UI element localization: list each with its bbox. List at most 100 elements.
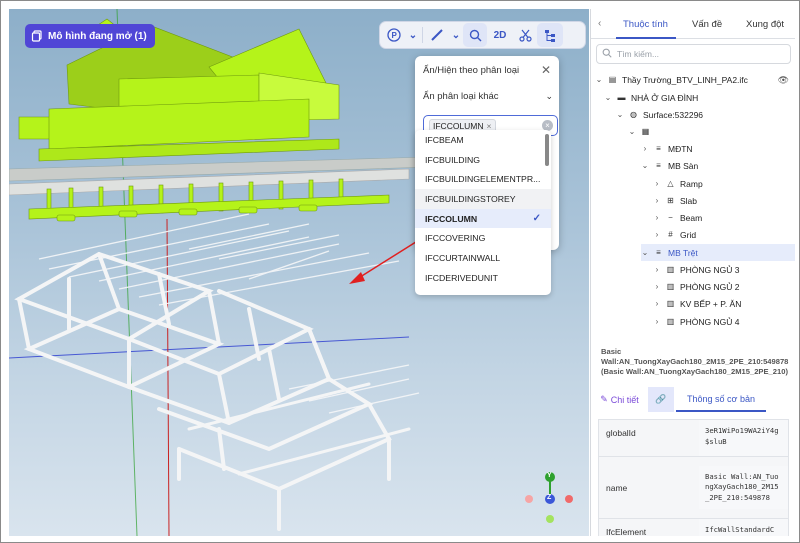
tree-node[interactable]: › ≡ MĐTN xyxy=(641,140,693,157)
chevron-down-icon: ⌄ xyxy=(545,91,553,101)
list-item[interactable]: IFCBUILDING xyxy=(415,150,551,170)
level-icon: ≡ xyxy=(656,161,661,170)
toolbar-divider xyxy=(422,27,423,43)
copy-icon xyxy=(31,30,43,42)
category-options-list: IFCBEAM IFCBUILDING IFCBUILDINGELEMENTPR… xyxy=(415,130,551,295)
tree-node[interactable]: › ▥ PHÒNG NGỦ 2 xyxy=(653,278,740,295)
tag-remove-icon[interactable]: × xyxy=(487,121,492,131)
chevron-right-icon: › xyxy=(655,213,659,222)
tab-clashes[interactable]: Xung đột xyxy=(746,19,784,30)
tab-issues[interactable]: Vấn đề xyxy=(692,19,722,30)
tree-node[interactable]: › ▥ PHÒNG NGỦ 3 xyxy=(653,261,740,278)
selected-element-subtitle: (Basic Wall:AN_TuongXayGach180_2M15_2PE_… xyxy=(601,367,788,376)
hide-others-dropdown[interactable]: Ẩn phân loại khác ⌄ xyxy=(423,91,553,102)
tree-label: Grid xyxy=(680,229,697,240)
list-item[interactable]: IFCCURTAINWALL xyxy=(415,248,551,268)
svg-text:P: P xyxy=(392,31,398,40)
chevron-right-icon: › xyxy=(655,282,659,291)
tree-node[interactable]: › − Beam xyxy=(653,209,703,226)
ramp-icon: △ xyxy=(667,179,674,188)
search-icon xyxy=(469,29,482,42)
list-item[interactable]: IFCCOLUMN ✓ xyxy=(415,208,551,229)
section-cut-button[interactable] xyxy=(513,23,537,47)
tab-detail[interactable]: ✎ Chi tiết xyxy=(593,387,646,412)
edit-icon: ✎ xyxy=(600,394,608,404)
list-item[interactable]: IFCBUILDINGSTOREY xyxy=(415,189,551,209)
property-value: IfcWallStandardC xyxy=(699,519,788,536)
scissors-icon xyxy=(518,29,532,42)
globe-icon: ◍ xyxy=(630,110,637,119)
list-item[interactable]: IFCCOVERING xyxy=(415,228,551,248)
tab-properties[interactable]: Thuộc tính xyxy=(623,19,668,30)
chevron-down-icon[interactable]: ⌄ xyxy=(449,23,463,47)
grid-icon: # xyxy=(668,230,673,239)
chevron-down-icon: ⌄ xyxy=(616,110,624,119)
axis-z-label: Z xyxy=(547,494,552,501)
tree-node[interactable]: ⌄ ▬ NHÀ Ở GIA ĐÌNH xyxy=(604,89,699,106)
table-row: IfcElement IfcWallStandardC xyxy=(599,519,788,536)
open-models-label: Mô hình đang mở (1) xyxy=(48,30,147,42)
property-key: globalId xyxy=(606,428,636,438)
tree-label: PHÒNG NGỦ 2 xyxy=(680,281,740,292)
tree-node[interactable]: › ⊞ Slab xyxy=(653,192,697,209)
hierarchy-icon xyxy=(544,29,557,42)
chevron-left-icon[interactable]: ‹ xyxy=(598,18,601,29)
chevron-right-icon: › xyxy=(643,144,647,153)
tree-search-input[interactable]: Tìm kiếm... xyxy=(596,44,791,64)
chevron-down-icon: ⌄ xyxy=(641,248,649,257)
3d-viewport[interactable]: Y Z Mô hình đang mở (1) P ⌄ ⌄ 2D Ẩn/Hiện… xyxy=(9,9,589,536)
tree-node[interactable]: ⌄ ≡ MB Trệt xyxy=(641,244,795,261)
tree-node[interactable]: ⌄ ▦ xyxy=(628,123,655,140)
tree-label: KV BẾP + P. ĂN xyxy=(680,298,742,309)
search-button[interactable] xyxy=(463,23,487,47)
chevron-down-icon[interactable]: ⌄ xyxy=(406,23,420,47)
property-key: name xyxy=(606,482,628,493)
tab-basic-params[interactable]: Thông số cơ bản xyxy=(676,387,766,412)
selected-tag-label: IFCCOLUMN xyxy=(433,120,484,131)
list-item[interactable]: IFCBEAM xyxy=(415,130,551,150)
checkmark-icon: ✓ xyxy=(532,213,541,225)
list-item[interactable]: IFCBUILDINGELEMENTPR... xyxy=(415,169,551,189)
search-placeholder: Tìm kiếm... xyxy=(617,49,660,59)
tree-filter-button[interactable] xyxy=(537,23,563,47)
panel-tabs: ‹ Thuộc tính Vấn đề Xung đột xyxy=(591,9,795,39)
tree-label: Beam xyxy=(680,212,703,223)
tree-node[interactable]: › # Grid xyxy=(653,226,696,243)
viewport-toolbar: P ⌄ ⌄ 2D xyxy=(379,21,586,49)
level-icon: ≡ xyxy=(656,144,661,153)
2d-view-button[interactable]: 2D xyxy=(487,23,513,47)
tree-label: Thầy Trường_BTV_LINH_PA2.ifc xyxy=(622,74,748,85)
tree-node[interactable]: ⌄ ◍ Surface:532296 xyxy=(616,106,703,123)
option-label: IFCBUILDINGELEMENTPR... xyxy=(425,174,541,185)
open-models-button[interactable]: Mô hình đang mở (1) xyxy=(25,24,155,48)
tree-node[interactable]: ⌄ ≡ MB Sàn xyxy=(641,157,699,174)
chevron-right-icon: › xyxy=(655,317,659,326)
projection-button[interactable]: P xyxy=(382,23,406,47)
tab-link[interactable]: 🔗 xyxy=(648,387,674,412)
tree-label: MB Trệt xyxy=(668,247,698,258)
chevron-down-icon: ⌄ xyxy=(604,93,612,102)
hide-others-label: Ẩn phân loại khác xyxy=(423,91,499,102)
close-icon[interactable]: ✕ xyxy=(541,63,551,77)
properties-panel: ‹ Thuộc tính Vấn đề Xung đột Tìm kiếm...… xyxy=(590,9,795,536)
file-icon: ▤ xyxy=(608,75,617,84)
tree-label: MB Sàn xyxy=(668,160,699,171)
option-label: IFCBEAM xyxy=(425,134,464,145)
option-label: IFCCURTAINWALL xyxy=(425,252,501,263)
slab-icon: ⊞ xyxy=(667,196,674,205)
room-icon: ▥ xyxy=(666,282,675,291)
perspective-icon: P xyxy=(387,28,401,42)
tree-label: Surface:532296 xyxy=(643,109,704,120)
eye-icon[interactable]: 👁 xyxy=(778,75,789,86)
tree-node[interactable]: › ▥ PHÒNG NGỦ 4 xyxy=(653,313,740,330)
room-icon: ▥ xyxy=(666,265,675,274)
property-key: IfcElement xyxy=(606,527,647,536)
tree-node[interactable]: › △ Ramp xyxy=(653,175,703,192)
detail-tabs: ✎ Chi tiết 🔗 Thông số cơ bản xyxy=(591,387,795,413)
list-item[interactable]: IFCDERIVEDUNIT xyxy=(415,268,551,288)
tree-node[interactable]: › ▥ KV BẾP + P. ĂN xyxy=(653,295,742,312)
measure-button[interactable] xyxy=(425,23,449,47)
tree-label: Ramp xyxy=(680,178,703,189)
tree-label: NHÀ Ở GIA ĐÌNH xyxy=(631,92,699,103)
tree-node[interactable]: ⌄ ▤ Thầy Trường_BTV_LINH_PA2.ifc xyxy=(595,71,748,88)
